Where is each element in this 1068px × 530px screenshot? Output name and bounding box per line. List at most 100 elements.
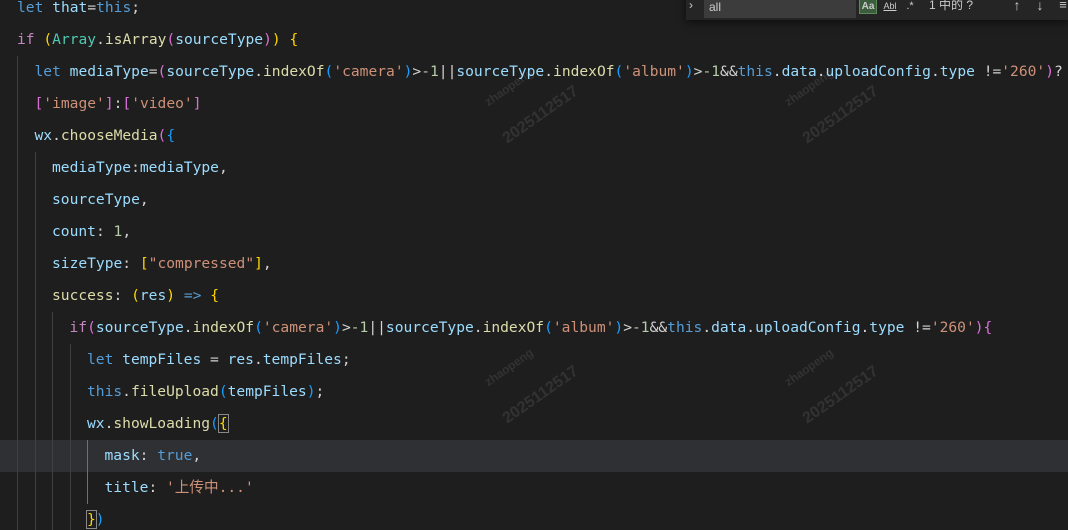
arrow-down-icon[interactable]: ↓: [1031, 0, 1049, 14]
code-text: let tempFiles = res.tempFiles;: [87, 344, 351, 376]
code-line[interactable]: mask: true,: [0, 440, 1068, 472]
code-token: ,: [218, 159, 228, 176]
code-line[interactable]: if(sourceType.indexOf('camera')>-1||sour…: [0, 312, 1068, 344]
code-token: !=: [974, 63, 1002, 80]
code-token: indexOf: [553, 63, 615, 80]
arrow-up-icon[interactable]: ↑: [1008, 0, 1026, 14]
code-token: .: [746, 319, 756, 336]
indent-guide: [52, 344, 53, 376]
code-token: -1: [421, 63, 439, 80]
whole-word-toggle[interactable]: Abl: [882, 0, 898, 14]
code-token: ): [306, 383, 316, 400]
code-token: 'album': [552, 319, 615, 336]
indent-guide: [34, 216, 36, 248]
indent-guide: [34, 504, 36, 530]
code-token: let: [34, 63, 70, 80]
code-line[interactable]: wx.chooseMedia({: [0, 120, 1068, 152]
code-line[interactable]: let tempFiles = res.tempFiles;: [0, 344, 1068, 376]
code-text: sizeType: ["compressed"],: [52, 248, 272, 280]
code-token: mediaType: [52, 159, 132, 176]
code-token: ): [166, 287, 176, 304]
code-line[interactable]: if (Array.isArray(sourceType)) {: [0, 24, 1068, 56]
code-token: (: [218, 383, 228, 400]
code-token: tempFiles: [262, 351, 342, 368]
code-token: :: [95, 223, 114, 240]
code-editor[interactable]: let that=this; if (Array.isArray(sourceTy…: [0, 0, 1068, 530]
code-token: let: [17, 0, 53, 16]
code-line[interactable]: sizeType: ["compressed"],: [0, 248, 1068, 280]
code-token: ): [333, 319, 342, 336]
code-token: -1: [632, 319, 650, 336]
indent-guide: [52, 312, 53, 344]
indent-guide: [87, 472, 88, 504]
code-token: ||: [368, 319, 386, 336]
code-token: >: [623, 319, 632, 336]
code-token: }: [86, 510, 97, 529]
code-token: ?: [1054, 63, 1063, 80]
code-token: showLoading: [113, 415, 211, 432]
code-line[interactable]: mediaType:mediaType,: [0, 152, 1068, 184]
find-input[interactable]: [704, 0, 856, 18]
code-token: [: [34, 95, 44, 112]
code-token: 1: [113, 223, 123, 240]
code-token: this: [667, 319, 703, 336]
code-token: data: [781, 63, 817, 80]
code-token: {: [983, 319, 993, 336]
code-token: indexOf: [482, 319, 545, 336]
code-token: res: [227, 351, 254, 368]
code-token: {: [289, 31, 299, 48]
code-line[interactable]: wx.showLoading({: [0, 408, 1068, 440]
code-line[interactable]: let mediaType=(sourceType.indexOf('camer…: [0, 56, 1068, 88]
code-text: this.fileUpload(tempFiles);: [87, 376, 324, 408]
code-text: wx.chooseMedia({: [35, 120, 176, 152]
indent-guide: [52, 472, 53, 504]
indent-guide: [17, 56, 18, 88]
code-line[interactable]: title: '上传中...': [0, 472, 1068, 504]
code-token: true: [157, 447, 193, 464]
code-token: (: [157, 127, 167, 144]
code-token: (: [254, 319, 263, 336]
code-token: sourceType: [166, 63, 255, 80]
code-token: type: [939, 63, 975, 80]
code-token: let: [87, 351, 123, 368]
find-result-count: 1 中的 ?: [929, 0, 974, 12]
code-token: :: [139, 447, 158, 464]
code-line[interactable]: count: 1,: [0, 216, 1068, 248]
code-token: .: [930, 63, 940, 80]
toggle-replace-chevron-icon[interactable]: ›: [689, 0, 693, 12]
code-token: =: [201, 351, 228, 368]
indent-guide: [34, 408, 36, 440]
indent-guide: [34, 184, 36, 216]
code-line[interactable]: ['image']:['video']: [0, 88, 1068, 120]
code-token: sourceType: [456, 63, 545, 80]
code-text: mask: true,: [105, 440, 202, 472]
code-token: [: [122, 95, 132, 112]
code-line[interactable]: this.fileUpload(tempFiles);: [0, 376, 1068, 408]
code-token: .: [122, 383, 131, 400]
regex-toggle[interactable]: .*: [902, 0, 918, 14]
code-token: =: [148, 63, 158, 80]
indent-guide: [87, 440, 88, 472]
code-token: .: [183, 319, 193, 336]
code-token: .: [253, 351, 263, 368]
code-line[interactable]: success: (res) => {: [0, 280, 1068, 312]
find-in-selection-icon[interactable]: ≡: [1054, 0, 1068, 14]
indent-guide: [69, 344, 71, 376]
indent-guide: [17, 440, 18, 472]
match-case-toggle[interactable]: Aa: [859, 0, 877, 14]
code-token: uploadConfig: [825, 63, 931, 80]
code-token: (: [166, 31, 176, 48]
code-token: this: [87, 383, 123, 400]
code-token: res: [139, 287, 167, 304]
code-line[interactable]: sourceType,: [0, 184, 1068, 216]
code-line[interactable]: }): [0, 504, 1068, 530]
code-text: wx.showLoading({: [87, 408, 229, 440]
indent-guide: [17, 152, 18, 184]
code-token: sizeType: [52, 255, 123, 272]
code-token: indexOf: [192, 319, 255, 336]
code-token: '上传中...': [166, 479, 254, 496]
code-token: ,: [122, 223, 132, 240]
code-token: title: [104, 479, 149, 496]
code-token: :: [122, 255, 140, 272]
code-token: ,: [192, 447, 202, 464]
